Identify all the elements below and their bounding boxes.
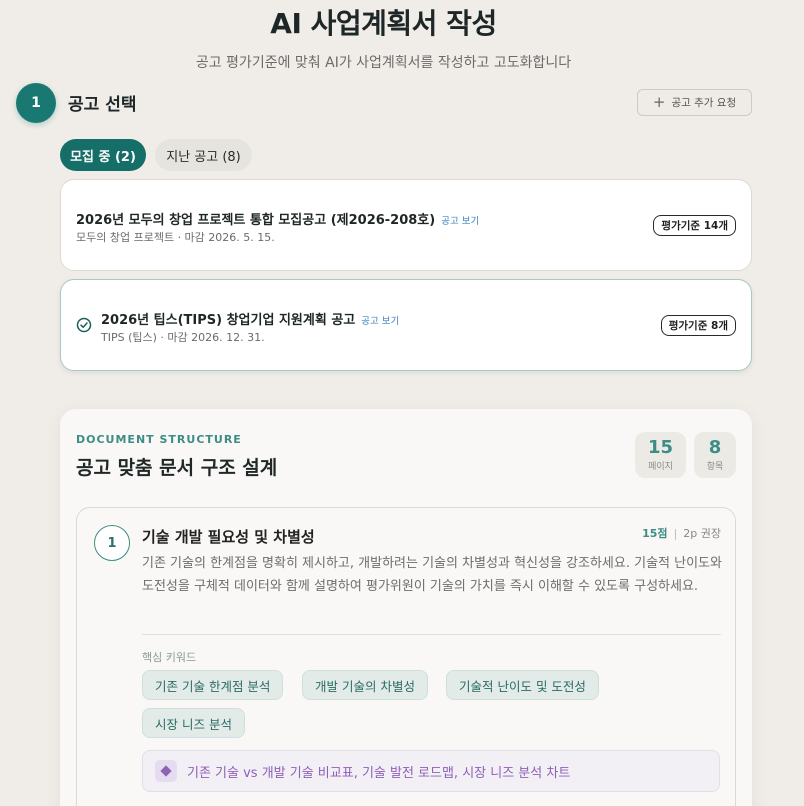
stat-label: 항목 — [706, 462, 724, 473]
criteria-count-badge: 평가기준 8개 — [660, 315, 736, 336]
keyword-chip: 기존 기술 한계점 분석 — [142, 670, 284, 700]
add-notice-request-label: 공고 추가 요청 — [671, 97, 737, 109]
section-number: 1 — [94, 525, 130, 561]
section-points: 15점 — [642, 527, 668, 540]
notice-title-row: 2026년 모두의 창업 프로젝트 통합 모집공고 (제2026-208호) 공고… — [76, 209, 479, 228]
section-description: 기존 기술의 한계점을 명확히 제시하고, 개발하려는 기술의 차별성과 혁신성… — [142, 556, 722, 594]
section-title: 기술 개발 필요성 및 차별성 — [142, 528, 315, 546]
doc-eyebrow: DOCUMENT STRUCTURE — [76, 433, 242, 446]
notice-subtitle: 모두의 창업 프로젝트 · 마감 2026. 5. 15. — [76, 231, 275, 244]
add-notice-request-button[interactable]: + 공고 추가 요청 — [637, 89, 752, 116]
divider — [142, 634, 721, 635]
keyword-chip: 기술적 난이도 및 도전성 — [446, 670, 599, 700]
section-pages: 2p 권장 — [683, 527, 721, 540]
keyword-chip: 시장 니즈 분석 — [142, 708, 245, 738]
keyword-chip: 개발 기술의 차별성 — [302, 670, 428, 700]
notice-title: 2026년 모두의 창업 프로젝트 통합 모집공고 (제2026-208호) — [76, 213, 436, 228]
notice-title-row: 2026년 팁스(TIPS) 창업기업 지원계획 공고 공고 보기 — [101, 309, 399, 328]
notice-subtitle: TIPS (팁스) · 마감 2026. 12. 31. — [101, 331, 265, 344]
notice-title: 2026년 팁스(TIPS) 창업기업 지원계획 공고 — [101, 313, 356, 328]
tab-open-notices[interactable]: 모집 중 (2) — [60, 139, 146, 171]
section-meta: 15점 | 2p 권장 — [642, 525, 721, 541]
document-structure-panel: DOCUMENT STRUCTURE 공고 맞춤 문서 구조 설계 15 페이지… — [60, 409, 752, 806]
page-title: AI 사업계획서 작성 — [270, 7, 497, 40]
meta-divider: | — [673, 527, 678, 540]
criteria-count-badge: 평가기준 14개 — [653, 215, 736, 236]
stat-value: 15 — [647, 436, 674, 458]
notice-card-selected[interactable]: 2026년 팁스(TIPS) 창업기업 지원계획 공고 공고 보기 TIPS (팁… — [60, 279, 752, 371]
page: AI 사업계획서 작성 공고 평가기준에 맞춰 AI가 사업계획서를 작성하고 … — [0, 0, 804, 806]
stat-items: 8 항목 — [694, 432, 736, 478]
view-notice-link[interactable]: 공고 보기 — [361, 316, 399, 327]
diamond-icon — [155, 760, 177, 782]
page-subtitle: 공고 평가기준에 맞춰 AI가 사업계획서를 작성하고 고도화합니다 — [195, 55, 572, 71]
keywords-label: 핵심 키워드 — [142, 651, 197, 664]
stat-value: 8 — [708, 436, 722, 458]
tab-past-notices[interactable]: 지난 공고 (8) — [155, 139, 252, 171]
section-card[interactable]: 1 기술 개발 필요성 및 차별성 15점 | 2p 권장 기존 기술의 한계점을 … — [76, 507, 736, 806]
plus-icon: + — [652, 93, 666, 111]
stat-pages: 15 페이지 — [635, 432, 686, 478]
step-title: 공고 선택 — [68, 95, 137, 115]
notice-card[interactable]: 2026년 모두의 창업 프로젝트 통합 모집공고 (제2026-208호) 공고… — [60, 179, 752, 271]
stat-label: 페이지 — [648, 462, 673, 473]
step-number-badge: 1 — [16, 83, 56, 123]
recommended-visuals: 기존 기술 vs 개발 기술 비교표, 기술 발전 로드맵, 시장 니즈 분석 … — [142, 750, 720, 792]
check-circle-icon — [76, 317, 92, 333]
view-notice-link[interactable]: 공고 보기 — [441, 216, 479, 227]
doc-heading: 공고 맞춤 문서 구조 설계 — [76, 457, 278, 479]
recommended-visuals-text: 기존 기술 vs 개발 기술 비교표, 기술 발전 로드맵, 시장 니즈 분석 … — [187, 765, 571, 781]
